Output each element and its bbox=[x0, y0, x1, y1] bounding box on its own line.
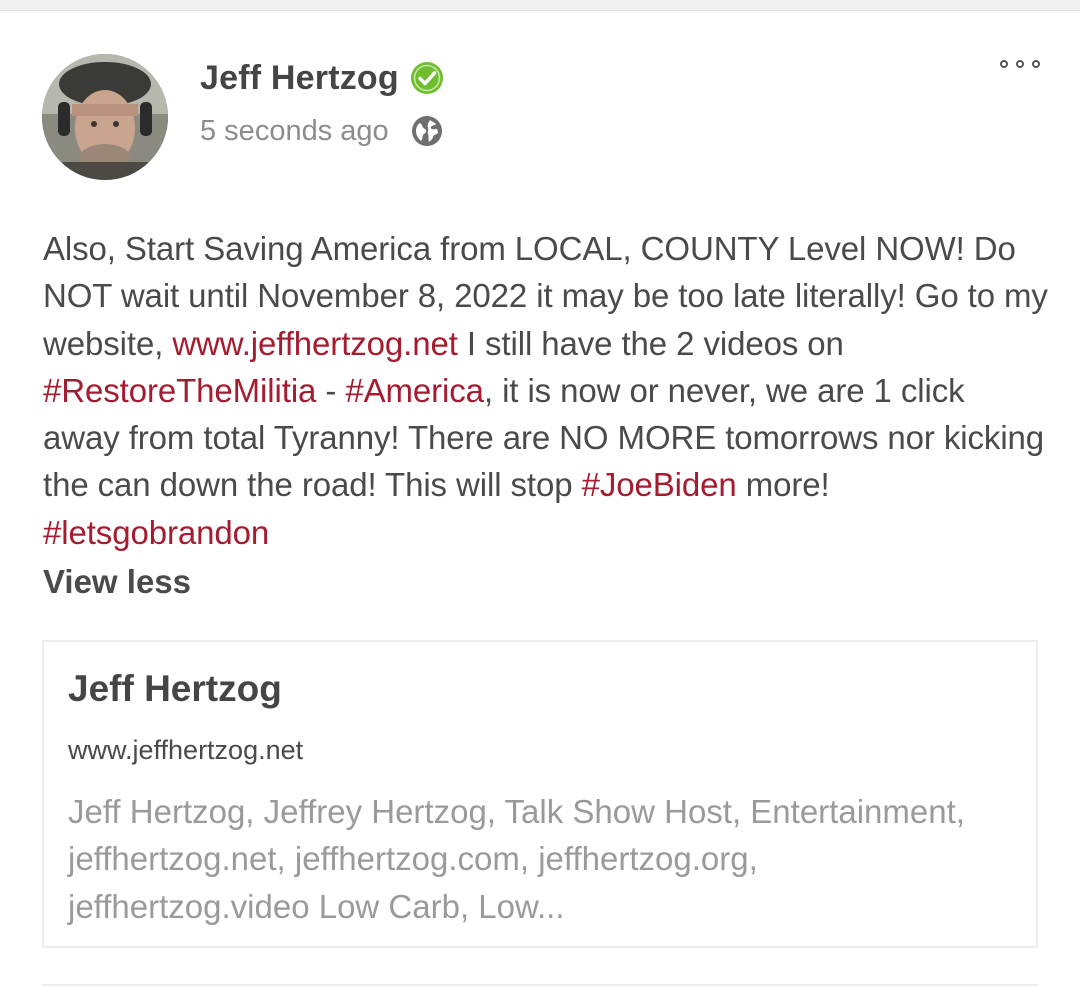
link-preview-title: Jeff Hertzog bbox=[68, 668, 282, 709]
author-row: Jeff Hertzog bbox=[200, 57, 445, 99]
avatar[interactable] bbox=[42, 54, 168, 180]
post-body: Also, Start Saving America from LOCAL, C… bbox=[43, 225, 1048, 556]
post-card: Jeff Hertzog 5 seconds ago Also, Start S… bbox=[0, 11, 1080, 993]
hashtag-restorethemilitia[interactable]: #RestoreTheMilitia bbox=[43, 372, 316, 409]
divider bbox=[42, 984, 1038, 986]
more-dot bbox=[1016, 60, 1024, 68]
link-preview-url: www.jeffhertzog.net bbox=[68, 735, 304, 765]
post-text-segment: more! bbox=[736, 466, 830, 504]
link-preview-card[interactable]: Jeff Hertzog www.jeffhertzog.net Jeff He… bbox=[42, 640, 1038, 948]
post-timestamp[interactable]: 5 seconds ago bbox=[200, 115, 389, 148]
more-dot bbox=[1032, 60, 1040, 68]
hashtag-joebiden[interactable]: #JoeBiden bbox=[582, 466, 737, 503]
globe-icon bbox=[411, 115, 443, 147]
hashtag-america[interactable]: #America bbox=[345, 372, 484, 409]
verified-check-icon bbox=[409, 60, 445, 96]
more-options-icon[interactable] bbox=[1000, 55, 1040, 73]
view-less-button[interactable]: View less bbox=[43, 563, 191, 601]
website-link[interactable]: www.jeffhertzog.net bbox=[172, 325, 458, 362]
avatar-photo bbox=[42, 54, 168, 180]
post-text-segment: I still have the 2 videos on bbox=[457, 324, 844, 362]
author-name[interactable]: Jeff Hertzog bbox=[200, 59, 399, 98]
link-preview-description: Jeff Hertzog, Jeffrey Hertzog, Talk Show… bbox=[68, 793, 965, 925]
post-text-segment: - bbox=[316, 371, 346, 409]
more-dot bbox=[1000, 60, 1008, 68]
hashtag-letsgobrandon[interactable]: #letsgobrandon bbox=[43, 514, 269, 551]
top-divider-strip bbox=[0, 0, 1080, 11]
post-meta: 5 seconds ago bbox=[200, 111, 443, 151]
